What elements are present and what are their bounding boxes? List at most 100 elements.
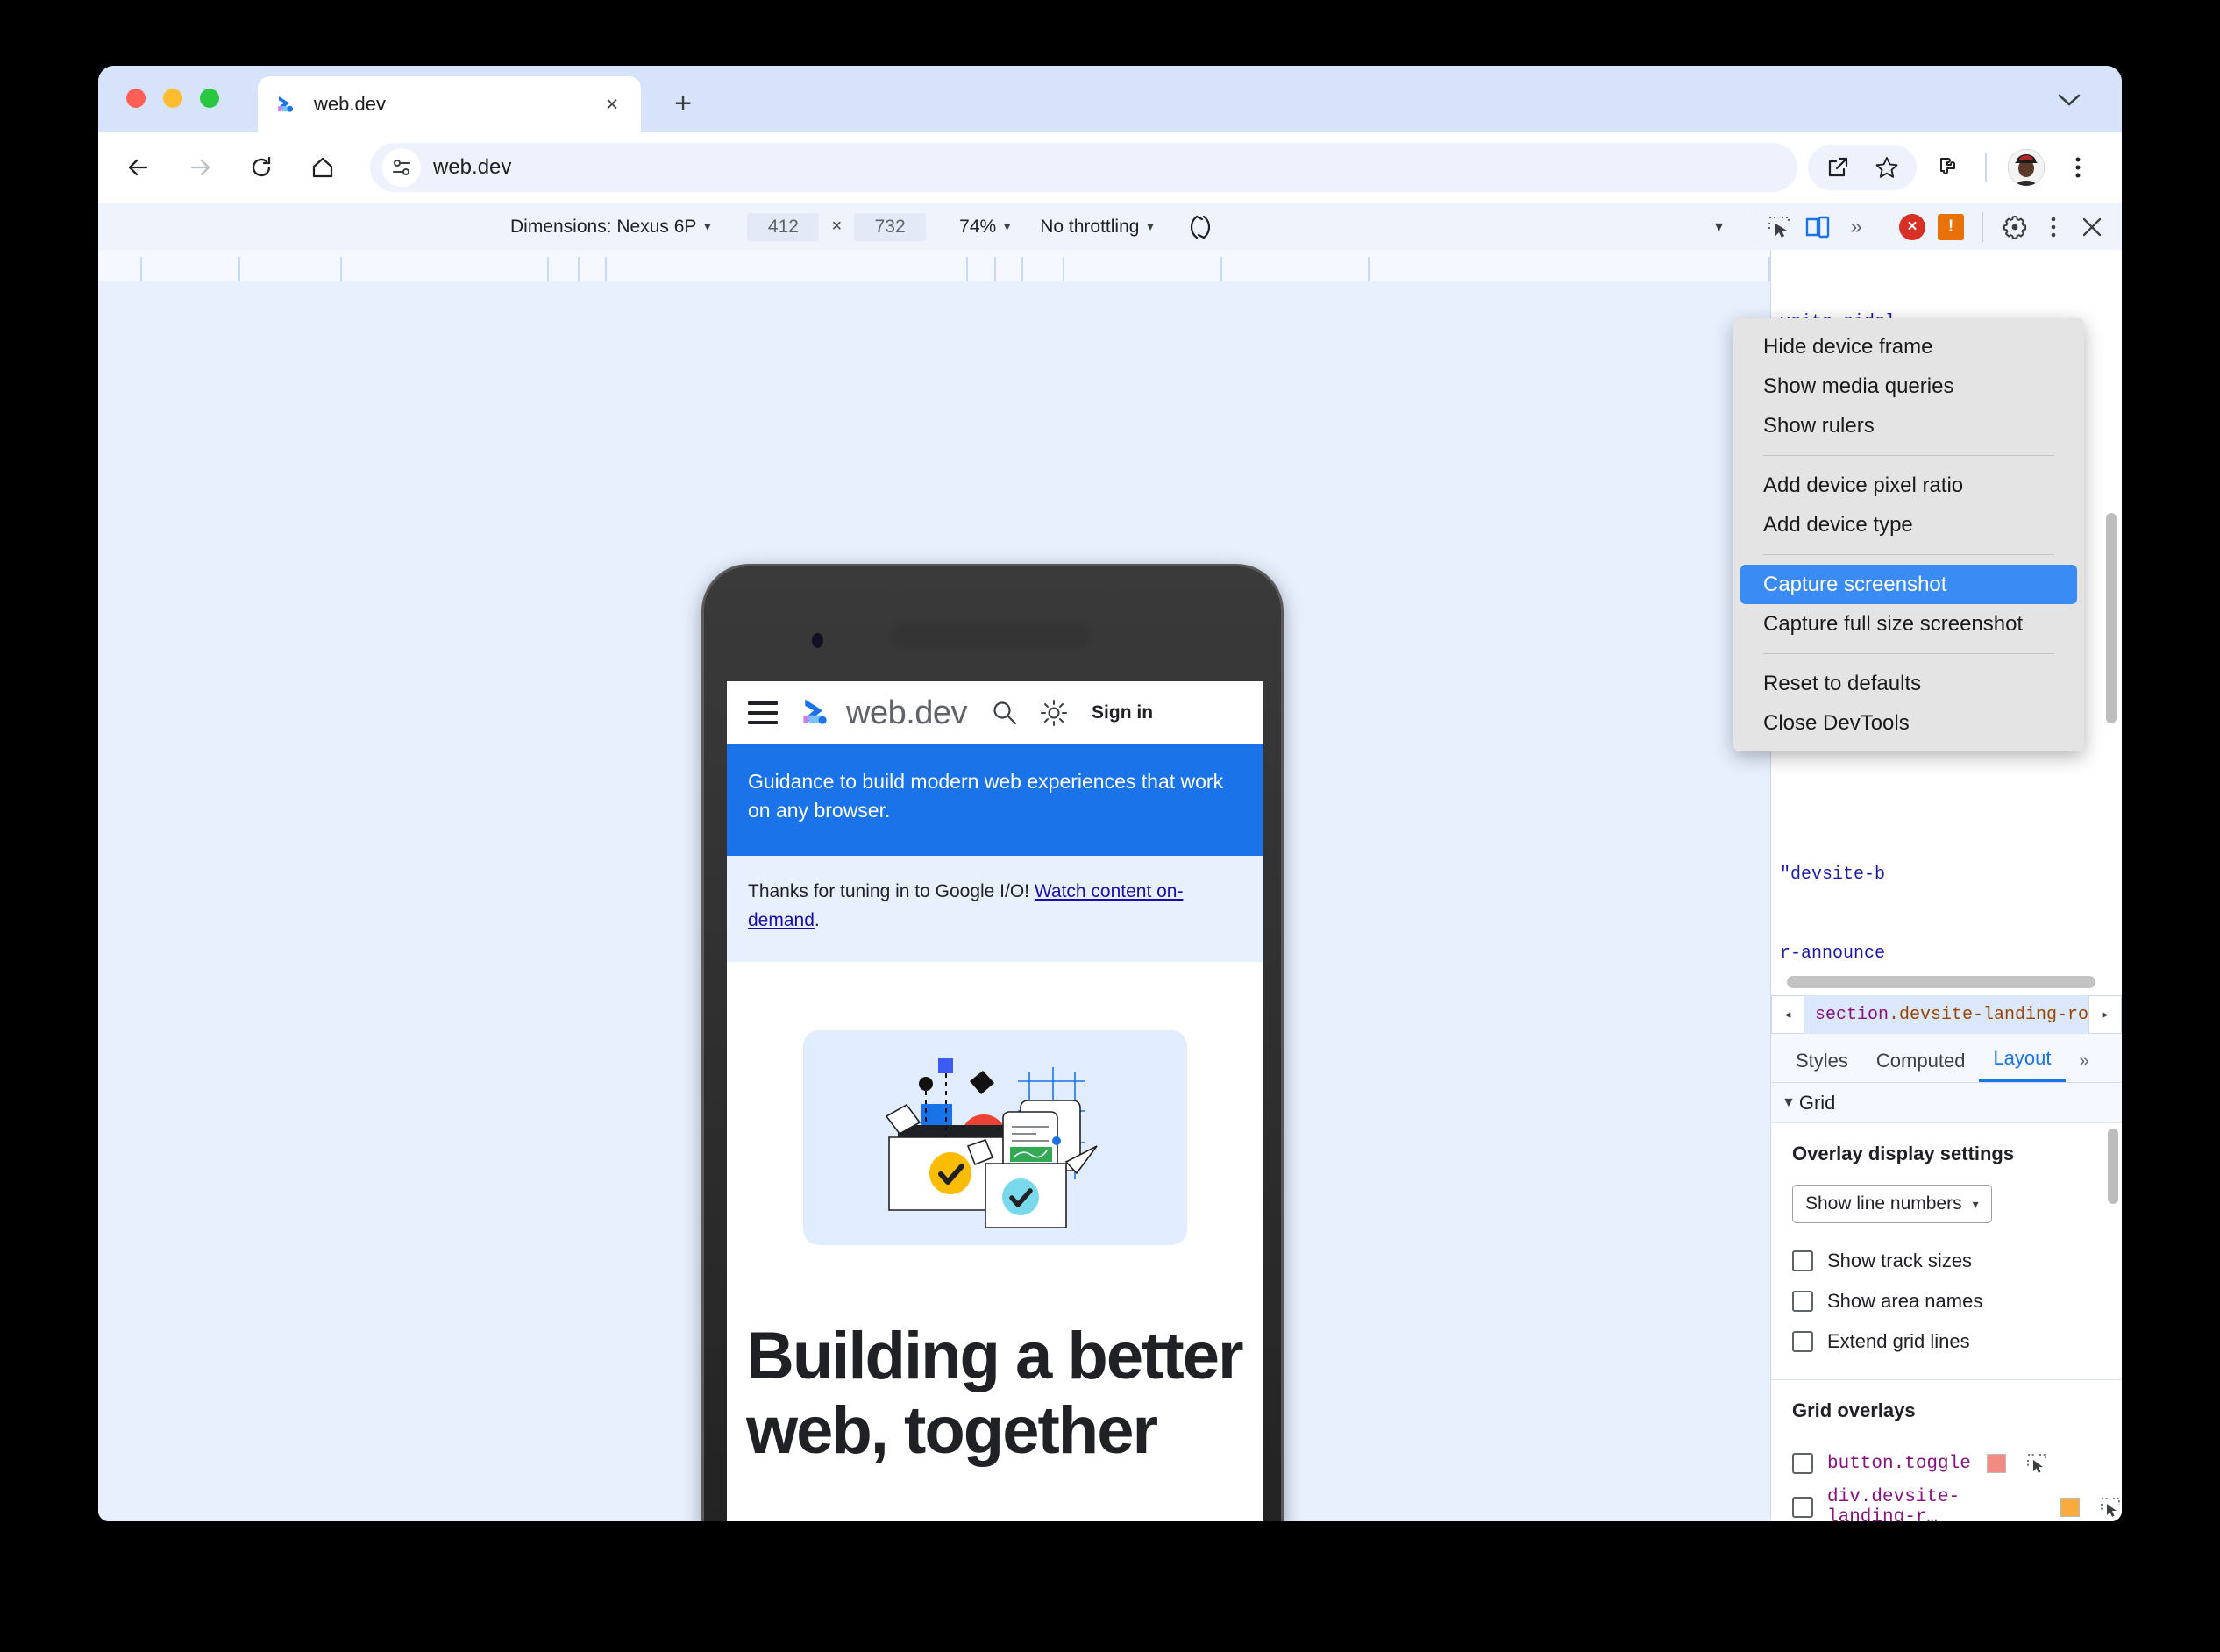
kebab-menu-icon[interactable] [2057,146,2099,189]
menu-item-close-devtools[interactable]: Close DevTools [1733,703,2084,743]
sign-in-button[interactable]: Sign in [1092,702,1153,723]
browser-tab[interactable]: web.dev × [258,76,641,132]
grid-overlay-color-swatch[interactable] [2060,1498,2080,1517]
device-toolbar-icon[interactable] [1798,208,1837,246]
close-window-button[interactable] [126,89,146,108]
tab-strip: web.dev × + [98,66,2122,132]
show-track-sizes-checkbox[interactable] [1792,1250,1813,1271]
extend-grid-lines-row[interactable]: Extend grid lines [1792,1321,2122,1362]
menu-item-capture-screenshot[interactable]: Capture screenshot [1740,565,2077,604]
webdev-logo-icon[interactable] [797,696,834,730]
menu-item-add-device-pixel-ratio[interactable]: Add device pixel ratio [1733,466,2084,505]
inspect-element-icon[interactable] [2025,1452,2048,1475]
share-icon[interactable] [1817,146,1859,189]
close-icon[interactable] [2073,208,2111,246]
show-area-names-label: Show area names [1827,1290,1983,1312]
forward-button[interactable] [179,146,221,189]
inspect-element-icon[interactable] [2099,1496,2122,1519]
sun-theme-icon[interactable] [1037,696,1071,730]
line-numbers-select-value: Show line numbers [1805,1193,1962,1214]
grid-overlays-heading: Grid overlays [1792,1399,1916,1421]
height-input[interactable]: 732 [854,212,927,241]
grid-overlay-color-swatch[interactable] [1986,1454,2006,1473]
site-header: web.dev Sign in [727,681,1263,744]
layout-panel-scrollbar[interactable] [2108,1129,2118,1204]
device-screen: web.dev Sign in Guidance to build modern… [727,681,1263,1521]
media-query-bar[interactable] [98,250,1770,281]
tab-title: web.dev [314,93,386,115]
menu-item-reset-to-defaults[interactable]: Reset to defaults [1733,664,2084,703]
omnibox-action-group [1808,145,1917,190]
overlay-settings-heading: Overlay display settings [1792,1143,2015,1164]
grid-overlay-row[interactable]: button.toggle [1792,1442,2122,1485]
address-bar[interactable]: web.dev [370,143,1797,192]
toolbar-divider [1985,153,1987,182]
grid-overlay-row[interactable]: div.devsite-landing-r… [1792,1485,2122,1521]
device-speaker [891,624,1091,647]
tab-computed[interactable]: Computed [1862,1050,1980,1082]
throttling-label: No throttling [1040,216,1140,237]
grid-overlays-section: Grid overlays button.toggle div.devsite-… [1771,1380,2122,1521]
grid-overlay-checkbox[interactable] [1792,1497,1813,1518]
reload-icon[interactable] [240,146,282,189]
menu-item-hide-device-frame[interactable]: Hide device frame [1733,327,2084,367]
zoom-level-label: 74% [959,216,997,237]
home-icon[interactable] [302,146,344,189]
breadcrumb: ◂ section.devsite-landing-row.devsite- ▸ [1771,995,2122,1034]
zoom-selector[interactable]: 74% ▾ [935,203,1019,250]
error-count-badge[interactable]: × [1893,208,1932,246]
extend-grid-lines-checkbox[interactable] [1792,1331,1813,1352]
new-tab-button[interactable]: + [668,89,698,118]
maximize-window-button[interactable] [200,89,219,108]
times-separator: × [831,217,843,236]
dom-tree-vertical-scrollbar[interactable] [2106,513,2117,723]
grid-section-header[interactable]: ▼ Grid [1771,1083,2122,1123]
chevron-down-icon: ▾ [1147,219,1154,233]
star-icon[interactable] [1866,146,1908,189]
show-area-names-row[interactable]: Show area names [1792,1281,2122,1321]
extend-grid-lines-label: Extend grid lines [1827,1330,1970,1352]
avatar[interactable] [2008,149,2045,186]
back-button[interactable] [117,146,160,189]
line-numbers-select[interactable]: Show line numbers ▾ [1792,1185,1992,1223]
grid-overlay-checkbox[interactable] [1792,1453,1813,1474]
devtools-toolbar-right: ▾ » × ! [1696,203,2111,250]
puzzle-icon[interactable] [1927,146,1969,189]
device-emulation-toolbar: Dimensions: Nexus 6P ▾ 412 × 732 74% ▾ N… [98,203,2122,250]
warning-count-badge[interactable]: ! [1932,208,1970,246]
menu-item-capture-full-size-screenshot[interactable]: Capture full size screenshot [1733,604,2084,644]
breadcrumb-prev-button[interactable]: ◂ [1771,995,1804,1034]
tab-layout[interactable]: Layout [1979,1047,2066,1082]
throttling-selector[interactable]: No throttling ▾ [1019,203,1162,250]
close-icon[interactable]: × [599,91,625,117]
kebab-menu-icon[interactable] [2034,208,2073,246]
webdev-logo-icon [274,91,300,117]
menu-item-add-device-type[interactable]: Add device type [1733,505,2084,545]
gear-icon[interactable] [1996,208,2034,246]
device-options-menu-button[interactable]: ▾ [1696,208,1734,246]
hamburger-menu-icon[interactable] [748,701,778,724]
rotate-device-icon[interactable] [1181,208,1220,246]
width-input[interactable]: 412 [747,212,820,241]
toolbar-divider [1982,211,1983,242]
menu-item-show-rulers[interactable]: Show rulers [1733,406,2084,445]
more-tabs-icon[interactable]: » [2066,1051,2103,1082]
show-track-sizes-row[interactable]: Show track sizes [1792,1241,2122,1281]
device-selector[interactable]: Dimensions: Nexus 6P ▾ [502,203,719,250]
inspect-element-icon[interactable] [1760,208,1798,246]
chevron-down-icon: ▾ [1714,217,1724,235]
breadcrumb-selected: .devsite-landing-row.devsite- [1889,1004,2088,1025]
dom-tree-horizontal-scrollbar[interactable] [1787,976,2095,988]
grid-overlay-name: button.toggle [1827,1453,1971,1474]
show-area-names-checkbox[interactable] [1792,1291,1813,1312]
device-options-context-menu: Hide device frame Show media queries Sho… [1733,318,2084,751]
chevron-down-icon[interactable] [2050,85,2088,115]
menu-separator [1763,653,2054,654]
tab-styles[interactable]: Styles [1782,1050,1862,1082]
menu-item-show-media-queries[interactable]: Show media queries [1733,367,2084,406]
breadcrumb-next-button[interactable]: ▸ [2088,995,2122,1034]
minimize-window-button[interactable] [163,89,182,108]
search-icon[interactable] [988,696,1021,730]
more-panels-icon[interactable]: » [1837,208,1875,246]
site-settings-icon[interactable] [382,148,421,187]
